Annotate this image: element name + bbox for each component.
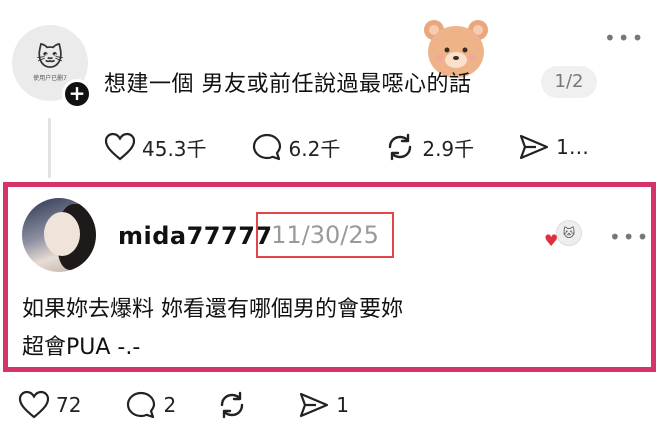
repost-icon (389, 133, 412, 161)
heart-icon (104, 132, 136, 161)
repost-button[interactable] (216, 390, 248, 420)
reply-date: 11/30/25 (256, 212, 394, 258)
follow-plus-icon[interactable]: + (62, 79, 92, 109)
heart-icon (18, 390, 50, 419)
top-post-actions: 45.3千 6.2千 2.9千 1… (104, 132, 633, 162)
avatar[interactable] (22, 198, 96, 272)
thread-line (48, 118, 51, 178)
highlighted-reply: mida77777 11/30/25 🐱 ♥ ••• 如果妳去爆料 妳看還有哪個… (3, 182, 656, 372)
comment-count: 2 (163, 393, 177, 417)
comment-count: 6.2千 (288, 136, 341, 161)
share-icon (520, 134, 549, 160)
liker-avatar-icon: 🐱 (556, 220, 582, 246)
more-icon[interactable]: ••• (609, 227, 650, 247)
like-count: 45.3千 (142, 136, 207, 161)
liked-heart-icon: ♥ (544, 231, 559, 250)
repost-button[interactable]: 2.9千 (384, 132, 474, 162)
like-count: 72 (56, 393, 82, 417)
comment-icon (127, 391, 156, 419)
page-indicator[interactable]: 1/2 (541, 66, 597, 98)
share-count: 1 (336, 393, 349, 417)
repost-icon (220, 391, 244, 419)
comment-button[interactable]: 6.2千 (251, 132, 341, 162)
share-button[interactable]: 1 (298, 390, 349, 420)
post-title: 想建一個 男友或前任說過最噁心的話 (104, 72, 472, 97)
share-count: 1… (556, 135, 589, 159)
more-icon[interactable]: ••• (604, 28, 645, 48)
comment-icon (252, 133, 281, 161)
reply-text: 如果妳去爆料 妳看還有哪個男的會要妳 超會PUA -.- (22, 291, 403, 367)
like-button[interactable]: 45.3千 (104, 132, 207, 162)
share-icon (300, 392, 329, 418)
top-post: 🐱 使用户已删7 + 想建一個 男友或前任說過最噁心的話 1/2 ••• 45.… (0, 0, 660, 182)
repost-count: 2.9千 (422, 136, 475, 161)
avatar-caption: 使用户已删7 (33, 74, 67, 82)
reply-actions: 72 2 1 (18, 390, 393, 420)
comment-button[interactable]: 2 (125, 390, 176, 420)
reply-line-1: 如果妳去爆料 妳看還有哪個男的會要妳 (22, 297, 403, 322)
cat-avatar-icon: 🐱 (36, 42, 64, 73)
like-button[interactable]: 72 (18, 390, 81, 420)
reply-line-2: 超會PUA -.- (22, 335, 141, 360)
username[interactable]: mida77777 (118, 222, 273, 250)
share-button[interactable]: 1… (518, 132, 589, 162)
